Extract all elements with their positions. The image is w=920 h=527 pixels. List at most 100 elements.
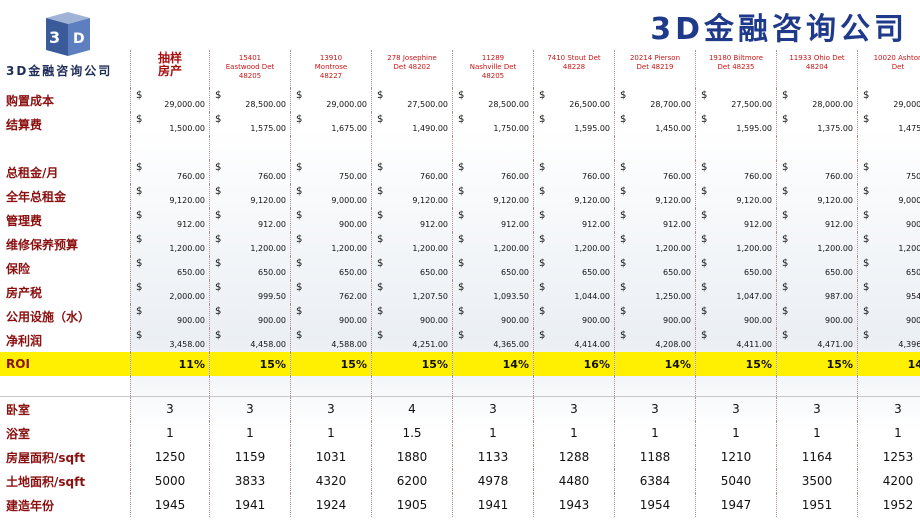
row-label: 卧室 — [6, 402, 31, 417]
money-cell: $954.00 — [857, 280, 920, 304]
money-cell: $29,000.00 — [130, 88, 210, 112]
money-cell: $987.00 — [776, 280, 858, 304]
currency-symbol: $ — [458, 186, 465, 197]
money-value: 27,500.00 — [731, 99, 772, 109]
currency-symbol: $ — [377, 306, 384, 317]
money-value: 9,120.00 — [655, 195, 691, 205]
money-value: 28,500.00 — [488, 99, 529, 109]
money-cell: $28,000.00 — [776, 88, 858, 112]
money-value: 1,047.00 — [736, 291, 772, 301]
currency-symbol: $ — [136, 258, 143, 269]
currency-symbol: $ — [377, 282, 384, 293]
currency-symbol: $ — [782, 114, 789, 125]
money-value: 4,396.00 — [898, 339, 920, 349]
currency-symbol: $ — [701, 90, 708, 101]
money-value: 28,500.00 — [245, 99, 286, 109]
money-cell: $1,207.50 — [371, 280, 453, 304]
detail-value: 1159 — [209, 445, 291, 469]
currency-symbol: $ — [863, 90, 870, 101]
spacer-cell — [857, 376, 920, 397]
row-label: 建造年份 — [6, 498, 55, 513]
money-cell: $4,588.00 — [290, 328, 372, 352]
row-label: 浴室 — [6, 426, 31, 441]
currency-symbol: $ — [377, 234, 384, 245]
money-value: 4,471.00 — [817, 339, 853, 349]
money-value: 900.00 — [744, 315, 772, 325]
money-value: 760.00 — [258, 171, 286, 181]
money-value: 900.00 — [825, 315, 853, 325]
spacer-cell — [290, 136, 372, 160]
spacer-cell — [209, 376, 291, 397]
currency-symbol: $ — [377, 330, 384, 341]
money-value: 9,120.00 — [574, 195, 610, 205]
detail-value: 4320 — [290, 469, 372, 493]
money-value: 4,588.00 — [331, 339, 367, 349]
money-cell: $900.00 — [695, 304, 777, 328]
money-value: 900.00 — [420, 315, 448, 325]
money-value: 1,675.00 — [331, 123, 367, 133]
roi-value: 16% — [533, 352, 615, 376]
currency-symbol: $ — [701, 210, 708, 221]
currency-symbol: $ — [863, 162, 870, 173]
money-value: 999.50 — [258, 291, 286, 301]
currency-symbol: $ — [136, 210, 143, 221]
currency-symbol: $ — [215, 330, 222, 341]
money-cell: $1,595.00 — [533, 112, 615, 136]
property-header-2: 13910 Montrose 48227 — [290, 50, 372, 88]
property-header-1: 15401 Eastwood Det 48205 — [209, 50, 291, 88]
money-cell: $1,750.00 — [452, 112, 534, 136]
money-value: 1,200.00 — [736, 243, 772, 253]
detail-value: 4 — [371, 396, 453, 421]
currency-symbol: $ — [136, 90, 143, 101]
money-cell: $760.00 — [614, 160, 696, 184]
detail-value: 1943 — [533, 493, 615, 517]
property-header-6: 20214 Pierson Det 48219 — [614, 50, 696, 88]
spacer-row — [0, 376, 920, 397]
money-value: 1,375.00 — [817, 123, 853, 133]
money-cell: $650.00 — [452, 256, 534, 280]
money-cell: $1,047.00 — [695, 280, 777, 304]
money-value: 900.00 — [906, 219, 920, 229]
currency-symbol: $ — [215, 90, 222, 101]
money-cell: $650.00 — [695, 256, 777, 280]
money-value: 762.00 — [339, 291, 367, 301]
detail-value: 1941 — [452, 493, 534, 517]
money-cell: $650.00 — [776, 256, 858, 280]
detail-value: 1 — [857, 421, 920, 445]
sample-property-header: 抽样 房产 — [130, 50, 210, 88]
money-value: 760.00 — [663, 171, 691, 181]
property-header-9: 10020 Ashton Det — [857, 50, 920, 88]
money-cell: $900.00 — [209, 304, 291, 328]
property-header-7: 19180 Biltmore Det 48235 — [695, 50, 777, 88]
money-cell: $4,414.00 — [533, 328, 615, 352]
money-value: 650.00 — [177, 267, 205, 277]
currency-symbol: $ — [620, 114, 627, 125]
money-value: 4,251.00 — [412, 339, 448, 349]
spacer-row — [0, 136, 920, 160]
currency-symbol: $ — [136, 330, 143, 341]
money-cell: $1,200.00 — [695, 232, 777, 256]
money-value: 9,120.00 — [736, 195, 772, 205]
detail-value: 1 — [209, 421, 291, 445]
detail-value: 1947 — [695, 493, 777, 517]
table-row: 保险 $650.00 $650.00 $650.00 $650.00 $650.00 $65… — [0, 256, 920, 280]
roi-row: ROI11%15%15%15%14%16%14%15%15%14% — [0, 352, 920, 376]
roi-value: 14% — [857, 352, 920, 376]
money-cell: $1,675.00 — [290, 112, 372, 136]
money-value: 650.00 — [582, 267, 610, 277]
svg-text:D: D — [73, 31, 85, 47]
currency-symbol: $ — [782, 234, 789, 245]
property-detail-row: 卧室 3 3 3 4 3 3 3 3 3 3 — [0, 396, 920, 421]
money-value: 1,475.00 — [898, 123, 920, 133]
currency-symbol: $ — [539, 282, 546, 293]
money-cell: $900.00 — [130, 304, 210, 328]
money-cell: $1,200.00 — [857, 232, 920, 256]
row-label: 维修保养预算 — [6, 237, 79, 252]
money-cell: $900.00 — [533, 304, 615, 328]
money-cell: $1,044.00 — [533, 280, 615, 304]
detail-value: 1031 — [290, 445, 372, 469]
money-cell: $4,208.00 — [614, 328, 696, 352]
money-value: 650.00 — [420, 267, 448, 277]
detail-value: 6384 — [614, 469, 696, 493]
money-value: 912.00 — [501, 219, 529, 229]
